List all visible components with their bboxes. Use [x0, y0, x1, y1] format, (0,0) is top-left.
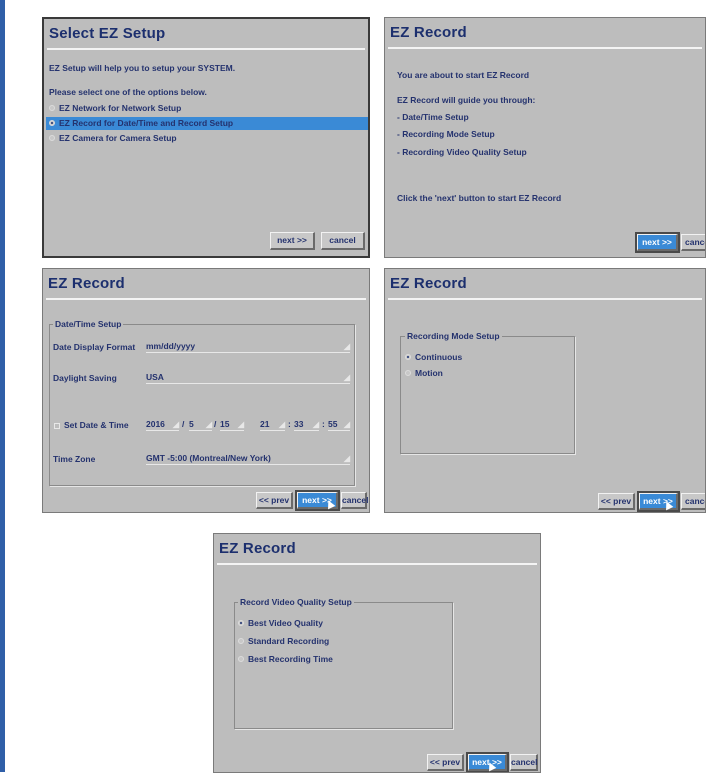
- recording-mode-panel: EZ Record Recording Mode Setup Continuou…: [384, 268, 706, 513]
- second-value: 55: [328, 419, 338, 429]
- option-label: Standard Recording: [248, 636, 330, 646]
- minute-value: 33: [294, 419, 304, 429]
- group-label: Record Video Quality Setup: [238, 597, 354, 607]
- second-spinner[interactable]: 55 ◢: [328, 419, 350, 431]
- next-button[interactable]: next >>: [635, 232, 680, 253]
- left-accent-bar: [0, 0, 5, 772]
- time-zone-value: GMT -5:00 (Montreal/New York): [146, 453, 271, 463]
- panel-title: EZ Record: [48, 275, 125, 292]
- panel-title: EZ Record: [390, 275, 467, 292]
- dropdown-arrow-icon: ◢: [205, 420, 212, 429]
- option-label: EZ Record for Date/Time and Record Setup: [59, 118, 234, 128]
- guide-text: EZ Record will guide you through:: [397, 95, 536, 105]
- option-label: Best Recording Time: [248, 654, 333, 664]
- dropdown-arrow-icon: ◢: [343, 342, 350, 351]
- step-item: - Date/Time Setup: [397, 112, 469, 122]
- cancel-button[interactable]: cancel: [341, 492, 368, 509]
- date-time-setup-panel: EZ Record Date/Time Setup Date Display F…: [42, 268, 370, 513]
- next-button[interactable]: next >>: [270, 232, 315, 250]
- time-zone-label: Time Zone: [53, 454, 96, 464]
- date-format-value: mm/dd/yyyy: [146, 341, 196, 351]
- video-quality-panel: EZ Record Record Video Quality Setup Bes…: [213, 533, 541, 773]
- dropdown-arrow-icon: ◢: [343, 454, 350, 463]
- cancel-button[interactable]: cancel: [510, 754, 538, 771]
- group-label: Date/Time Setup: [53, 319, 124, 329]
- time-zone-dropdown[interactable]: GMT -5:00 (Montreal/New York) ◢: [146, 453, 350, 465]
- ez-record-intro-panel: EZ Record You are about to start EZ Reco…: [384, 17, 706, 258]
- step-item: - Recording Video Quality Setup: [397, 147, 527, 157]
- option-label: Continuous: [415, 352, 463, 362]
- daylight-saving-value: USA: [146, 372, 164, 382]
- set-date-time-label: Set Date & Time: [64, 420, 129, 430]
- select-ez-setup-panel: Select EZ Setup EZ Setup will help you t…: [42, 17, 370, 258]
- title-divider: [47, 48, 365, 50]
- dropdown-arrow-icon: ◢: [312, 420, 319, 429]
- radio-icon[interactable]: [405, 370, 411, 376]
- date-format-label: Date Display Format: [53, 342, 136, 352]
- start-instruction: Click the 'next' button to start EZ Reco…: [397, 193, 562, 203]
- group-label: Recording Mode Setup: [405, 331, 502, 341]
- title-divider: [388, 298, 702, 300]
- dropdown-arrow-icon: ◢: [343, 420, 350, 429]
- step-item: - Recording Mode Setup: [397, 129, 495, 139]
- radio-icon[interactable]: [238, 620, 244, 626]
- radio-icon[interactable]: [49, 105, 55, 111]
- dropdown-arrow-icon: ◢: [237, 420, 244, 429]
- option-label: EZ Camera for Camera Setup: [59, 133, 177, 143]
- cancel-button[interactable]: cancel: [321, 232, 365, 250]
- radio-icon[interactable]: [49, 135, 55, 141]
- intro-text: EZ Setup will help you to setup your SYS…: [49, 63, 236, 73]
- radio-icon[interactable]: [49, 120, 55, 126]
- dropdown-arrow-icon: ◢: [172, 420, 179, 429]
- title-divider: [217, 563, 537, 565]
- option-label: EZ Network for Network Setup: [59, 103, 182, 113]
- daylight-saving-dropdown[interactable]: USA ◢: [146, 372, 350, 384]
- time-separator: :: [288, 419, 291, 429]
- month-value: 5: [189, 419, 194, 429]
- date-separator: /: [182, 419, 185, 429]
- checkbox-icon[interactable]: [54, 423, 60, 429]
- minute-spinner[interactable]: 33 ◢: [294, 419, 319, 431]
- radio-icon[interactable]: [238, 656, 244, 662]
- instruction-text: Please select one of the options below.: [49, 87, 207, 97]
- day-spinner[interactable]: 15 ◢: [220, 419, 244, 431]
- option-label: Best Video Quality: [248, 618, 323, 628]
- daylight-saving-label: Daylight Saving: [53, 373, 117, 383]
- title-divider: [46, 298, 366, 300]
- hour-spinner[interactable]: 21 ◢: [260, 419, 285, 431]
- year-spinner[interactable]: 2016 ◢: [146, 419, 179, 431]
- prev-button[interactable]: << prev: [256, 492, 293, 509]
- month-spinner[interactable]: 5 ◢: [189, 419, 212, 431]
- radio-icon[interactable]: [405, 354, 411, 360]
- intro-text: You are about to start EZ Record: [397, 70, 530, 80]
- panel-title: EZ Record: [390, 24, 467, 41]
- cancel-button[interactable]: cancel: [681, 493, 705, 510]
- option-label: Motion: [415, 368, 443, 378]
- panel-title: Select EZ Setup: [49, 25, 166, 42]
- time-separator: :: [322, 419, 325, 429]
- dropdown-arrow-icon: ◢: [278, 420, 285, 429]
- day-value: 15: [220, 419, 230, 429]
- date-format-dropdown[interactable]: mm/dd/yyyy ◢: [146, 341, 350, 353]
- year-value: 2016: [146, 419, 165, 429]
- prev-button[interactable]: << prev: [427, 754, 464, 771]
- prev-button[interactable]: << prev: [598, 493, 635, 510]
- date-separator: /: [214, 419, 217, 429]
- hour-value: 21: [260, 419, 270, 429]
- panel-title: EZ Record: [219, 540, 296, 557]
- dropdown-arrow-icon: ◢: [343, 373, 350, 382]
- radio-icon[interactable]: [238, 638, 244, 644]
- title-divider: [388, 47, 702, 49]
- cancel-button[interactable]: cancel: [681, 234, 705, 251]
